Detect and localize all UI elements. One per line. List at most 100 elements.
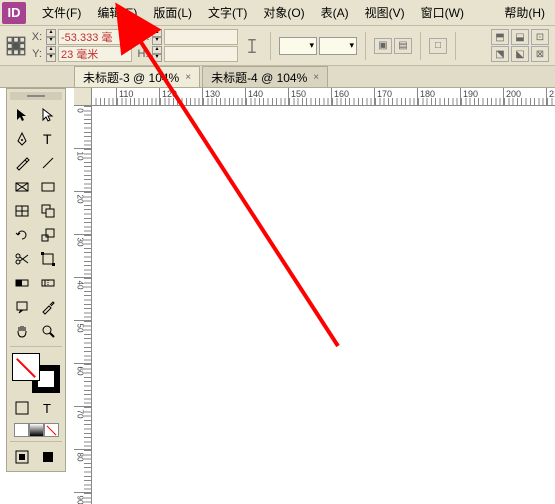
clear-fit-icon[interactable]: ⊠ (531, 46, 549, 62)
ruler-mark: 210 (547, 88, 555, 105)
tab-close-icon[interactable]: × (185, 72, 191, 83)
rectangle-tool[interactable] (36, 176, 60, 198)
pen-tool[interactable] (10, 128, 34, 150)
align-dropdown-1[interactable]: ▾ (279, 37, 317, 55)
free-transform-tool[interactable] (36, 248, 60, 270)
tab-label: 未标题-3 @ 104% (83, 69, 179, 86)
ruler-mark: 140 (246, 88, 289, 105)
w-label: W: (136, 31, 150, 43)
tab-doc-2[interactable]: 未标题-4 @ 104% × (202, 66, 328, 87)
eyedropper-tool[interactable] (36, 296, 60, 318)
ruler-mark: 30 (74, 235, 91, 278)
fill-stroke-swatch[interactable] (12, 353, 60, 393)
apply-color-icon[interactable] (14, 423, 29, 437)
ruler-mark: 20 (74, 192, 91, 235)
w-input[interactable] (164, 29, 238, 45)
fit-content-icon[interactable]: ⬒ (491, 29, 509, 45)
ruler-mark: 160 (332, 88, 375, 105)
zoom-tool[interactable] (36, 320, 60, 342)
ruler-mark: 0 (74, 106, 91, 149)
ruler-mark: 150 (289, 88, 332, 105)
h-label: H: (136, 48, 150, 60)
ruler-mark: 90 (74, 493, 91, 504)
svg-text:T: T (43, 131, 52, 147)
ruler-mark: 130 (203, 88, 246, 105)
preview-view-icon[interactable] (36, 446, 60, 468)
ruler-origin[interactable] (74, 88, 92, 106)
ruler-mark: 10 (74, 149, 91, 192)
ruler-mark: 190 (461, 88, 504, 105)
table-tool[interactable] (10, 200, 34, 222)
h-spinner[interactable]: ▴▾ (152, 46, 162, 62)
layers-tool[interactable] (36, 200, 60, 222)
ruler-mark: 200 (504, 88, 547, 105)
menu-object[interactable]: 对象(O) (255, 0, 312, 25)
palette-grip[interactable] (10, 92, 62, 100)
ruler-mark: 170 (375, 88, 418, 105)
hand-tool[interactable] (10, 320, 34, 342)
ruler-mark: 110 (117, 88, 160, 105)
apply-gradient-icon[interactable] (29, 423, 44, 437)
document-canvas[interactable] (92, 106, 555, 504)
horizontal-ruler[interactable]: 100110120130140150160170180190200210 (74, 88, 555, 106)
y-spinner[interactable]: ▴▾ (46, 46, 56, 62)
scale-tool[interactable] (36, 224, 60, 246)
ruler-mark: 40 (74, 278, 91, 321)
gradient-tool[interactable] (10, 272, 34, 294)
x-input[interactable]: -53.333 毫 (58, 29, 132, 45)
align-dropdown-2[interactable]: ▾ (319, 37, 357, 55)
selection-tool[interactable] (10, 104, 34, 126)
menu-view[interactable]: 视图(V) (357, 0, 413, 25)
effects-icon[interactable]: □ (429, 38, 447, 54)
menu-edit[interactable]: 编辑(E) (89, 0, 145, 25)
h-input[interactable] (164, 46, 238, 62)
vertical-ruler[interactable]: 0102030405060708090 (74, 106, 92, 504)
ruler-mark: 60 (74, 364, 91, 407)
fill-frame-icon[interactable]: ⬔ (491, 46, 509, 62)
wrap-none-icon[interactable]: ▣ (374, 38, 392, 54)
y-label: Y: (30, 48, 44, 60)
menu-window[interactable]: 窗口(W) (413, 0, 472, 25)
rotate-tool[interactable] (10, 224, 34, 246)
fit-frame-icon[interactable]: ⬓ (511, 29, 529, 45)
pencil-tool[interactable] (10, 152, 34, 174)
menu-bar: ID 文件(F) 编辑(E) 版面(L) 文字(T) 对象(O) 表(A) 视图… (0, 0, 555, 26)
tool-palette: T T (6, 88, 66, 472)
note-tool[interactable] (10, 296, 34, 318)
ruler-mark: 120 (160, 88, 203, 105)
x-spinner[interactable]: ▴▾ (46, 29, 56, 45)
menu-text[interactable]: 文字(T) (200, 0, 255, 25)
rectangle-frame-tool[interactable] (10, 176, 34, 198)
center-content-icon[interactable]: ⊡ (531, 29, 549, 45)
menu-file[interactable]: 文件(F) (34, 0, 89, 25)
w-spinner[interactable]: ▴▾ (152, 29, 162, 45)
wrap-around-icon[interactable]: ▤ (394, 38, 412, 54)
format-text-icon[interactable]: T (36, 397, 60, 419)
apply-none-icon[interactable] (44, 423, 59, 437)
y-input[interactable]: 23 毫米 (58, 46, 132, 62)
document-tabs: 未标题-3 @ 104% × 未标题-4 @ 104% × (0, 66, 555, 88)
tab-label: 未标题-4 @ 104% (211, 69, 307, 86)
ruler-mark: 80 (74, 450, 91, 493)
ruler-mark: 70 (74, 407, 91, 450)
scissors-tool[interactable] (10, 248, 34, 270)
fill-swatch[interactable] (12, 353, 40, 381)
line-tool[interactable] (36, 152, 60, 174)
ruler-mark: 180 (418, 88, 461, 105)
reference-point-icon[interactable] (6, 36, 26, 56)
normal-view-icon[interactable] (10, 446, 34, 468)
fit-proportional-icon[interactable]: ⬕ (511, 46, 529, 62)
direct-selection-tool[interactable] (36, 104, 60, 126)
menu-layout[interactable]: 版面(L) (145, 0, 200, 25)
format-container-icon[interactable] (10, 397, 34, 419)
tab-doc-1[interactable]: 未标题-3 @ 104% × (74, 66, 200, 87)
svg-text:T: T (43, 401, 51, 416)
tab-close-icon[interactable]: × (313, 72, 319, 83)
type-tool[interactable]: T (36, 128, 60, 150)
menu-help[interactable]: 帮助(H) (496, 0, 553, 25)
gradient-feather-tool[interactable] (36, 272, 60, 294)
app-logo: ID (2, 2, 26, 24)
menu-table[interactable]: 表(A) (313, 0, 357, 25)
constrain-proportions-icon[interactable] (242, 36, 262, 56)
control-toolbar: X: ▴▾ -53.333 毫 Y: ▴▾ 23 毫米 W: ▴▾ H: ▴▾ … (0, 26, 555, 66)
